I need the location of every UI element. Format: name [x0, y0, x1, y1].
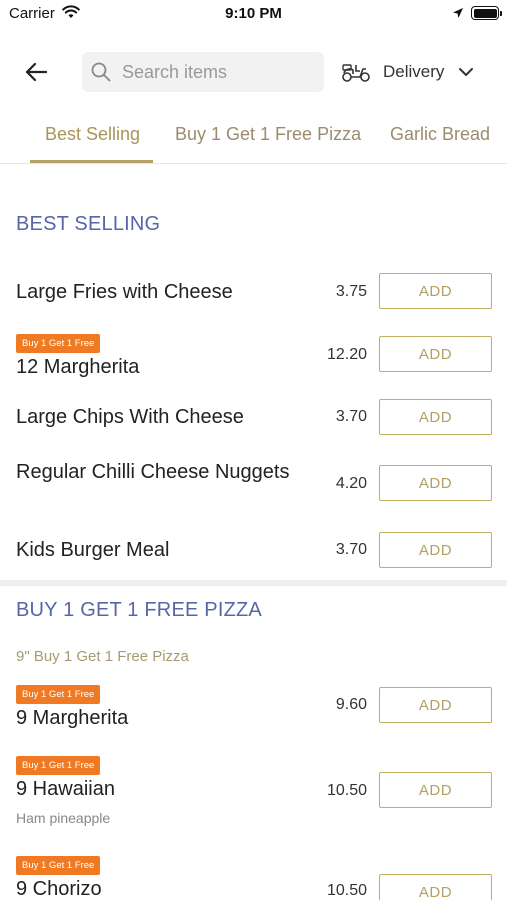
search-input[interactable] — [122, 52, 318, 92]
delivery-label: Delivery — [383, 62, 445, 81]
scooter-icon — [342, 64, 370, 82]
subsection-title: 9" Buy 1 Get 1 Free Pizza — [16, 648, 189, 665]
item-name: Kids Burger Meal — [16, 539, 170, 561]
category-tabs: Best Selling Buy 1 Get 1 Free Pizza Garl… — [0, 112, 507, 164]
item-price: 3.75 — [335, 283, 367, 300]
item-price: 9.60 — [335, 696, 367, 713]
search-bar[interactable] — [82, 52, 324, 92]
add-button[interactable]: ADD — [379, 532, 492, 568]
add-button[interactable]: ADD — [379, 273, 492, 309]
offer-badge: Buy 1 Get 1 Free — [16, 685, 101, 704]
active-tab-indicator — [30, 160, 153, 163]
section-title-buy-1-get-1-free-pizza: BUY 1 GET 1 FREE PIZZA — [16, 599, 262, 621]
chevron-down-icon — [458, 67, 474, 77]
tab-buy-1-get-1-free-pizza[interactable]: Buy 1 Get 1 Free Pizza — [175, 124, 361, 145]
item-price: 10.50 — [326, 882, 367, 899]
section-divider — [0, 580, 507, 586]
item-name: 12 Margherita — [16, 356, 140, 378]
tab-garlic-bread[interactable]: Garlic Bread — [390, 124, 490, 145]
delivery-selector[interactable]: Delivery — [341, 52, 491, 92]
location-arrow-icon — [452, 6, 464, 24]
item-description: Ham pineapple — [16, 810, 111, 826]
offer-badge: Buy 1 Get 1 Free — [16, 334, 101, 353]
battery-icon — [471, 6, 502, 20]
item-price: 12.20 — [326, 346, 367, 363]
back-button[interactable] — [20, 58, 52, 86]
header: Delivery — [0, 50, 507, 94]
item-name: Regular Chilli Cheese Nuggets — [16, 461, 290, 483]
add-button[interactable]: ADD — [379, 336, 492, 372]
search-icon — [91, 62, 111, 82]
add-button[interactable]: ADD — [379, 465, 492, 501]
section-title-best-selling: BEST SELLING — [16, 213, 161, 235]
status-bar: Carrier 9:10 PM — [0, 0, 507, 28]
item-price: 3.70 — [335, 408, 367, 425]
item-name: Large Chips With Cheese — [16, 406, 244, 428]
item-name: Large Fries with Cheese — [16, 281, 233, 303]
offer-badge: Buy 1 Get 1 Free — [16, 756, 101, 775]
item-name: 9 Chorizo — [16, 878, 102, 900]
item-price: 3.70 — [335, 541, 367, 558]
add-button[interactable]: ADD — [379, 874, 492, 900]
item-price: 4.20 — [335, 475, 367, 492]
add-button[interactable]: ADD — [379, 687, 492, 723]
add-button[interactable]: ADD — [379, 399, 492, 435]
item-name: 9 Margherita — [16, 707, 129, 729]
tab-best-selling[interactable]: Best Selling — [45, 124, 140, 145]
add-button[interactable]: ADD — [379, 772, 492, 808]
back-arrow-icon — [25, 62, 48, 82]
offer-badge: Buy 1 Get 1 Free — [16, 856, 101, 875]
item-price: 10.50 — [326, 782, 367, 799]
item-name: 9 Hawaiian — [16, 778, 115, 800]
clock: 9:10 PM — [225, 5, 282, 22]
